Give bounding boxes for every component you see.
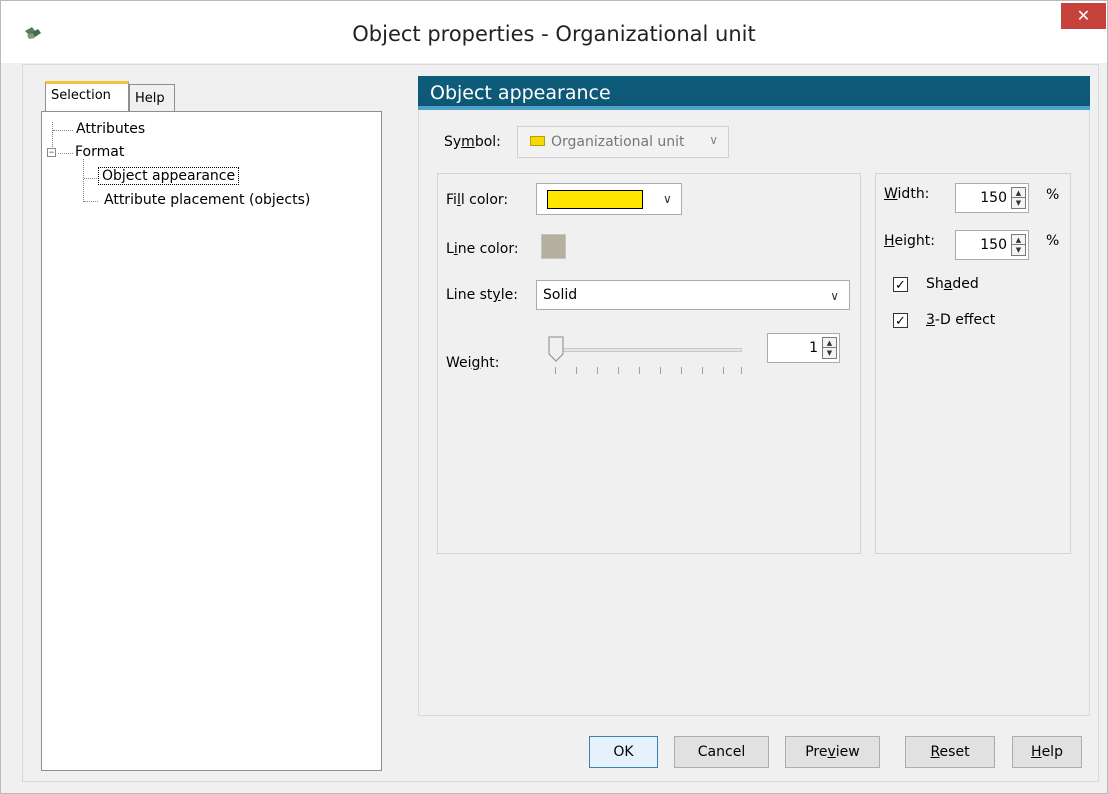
- tree-connector: [83, 159, 84, 202]
- width-spinbox[interactable]: 150 ▲ ▼: [955, 183, 1029, 213]
- width-spin-buttons[interactable]: ▲ ▼: [1011, 187, 1026, 209]
- spin-up-icon[interactable]: ▲: [1012, 235, 1025, 245]
- weight-slider-track[interactable]: [554, 348, 742, 352]
- height-value: 150: [980, 237, 1007, 253]
- appearance-groupbox: [437, 173, 861, 554]
- slider-tick: [618, 367, 619, 374]
- slider-tick: [681, 367, 682, 374]
- fill-color-combobox[interactable]: ∨: [536, 183, 682, 215]
- symbol-combobox[interactable]: Organizational unit ∨: [517, 126, 729, 158]
- tree-item-format[interactable]: Format: [75, 144, 124, 160]
- height-label: Height:: [884, 233, 935, 249]
- tab-selection[interactable]: Selection: [45, 81, 129, 111]
- tree-item-object-appearance[interactable]: Object appearance: [98, 167, 240, 185]
- width-unit: %: [1046, 187, 1060, 203]
- fill-color-swatch: [547, 190, 643, 209]
- spin-down-icon[interactable]: ▼: [1012, 245, 1025, 255]
- tab-help[interactable]: Help: [129, 84, 175, 111]
- tab-selection-label: Selection: [51, 88, 111, 103]
- tree-item-attributes[interactable]: Attributes: [76, 121, 145, 137]
- weight-slider-thumb[interactable]: [548, 336, 564, 362]
- height-spinbox[interactable]: 150 ▲ ▼: [955, 230, 1029, 260]
- 3d-effect-label: 3-D effect: [926, 312, 996, 328]
- symbol-value: Organizational unit: [551, 134, 685, 150]
- spin-up-icon[interactable]: ▲: [823, 338, 836, 348]
- weight-spinbox[interactable]: 1 ▲ ▼: [767, 333, 840, 363]
- checkmark-icon: ✓: [895, 313, 906, 328]
- line-style-combobox[interactable]: Solid ∨: [536, 280, 850, 310]
- ok-button[interactable]: OK: [589, 736, 658, 768]
- close-button[interactable]: ✕: [1061, 3, 1106, 29]
- chevron-down-icon: ∨: [663, 192, 672, 206]
- preview-button[interactable]: Preview: [785, 736, 880, 768]
- weight-spin-buttons[interactable]: ▲ ▼: [822, 337, 837, 359]
- tree-item-attribute-placement[interactable]: Attribute placement (objects): [104, 192, 310, 208]
- slider-tick: [597, 367, 598, 374]
- fill-color-label: Fill color:: [446, 192, 509, 208]
- tree-connector: [84, 178, 97, 179]
- dialog-window: Object properties - Organizational unit …: [0, 0, 1108, 794]
- spin-down-icon[interactable]: ▼: [823, 348, 836, 358]
- collapse-icon: −: [48, 147, 55, 157]
- slider-tick: [639, 367, 640, 374]
- spin-up-icon[interactable]: ▲: [1012, 188, 1025, 198]
- tree-expander-format[interactable]: −: [47, 148, 56, 157]
- symbol-label: Symbol:: [444, 134, 501, 150]
- navigation-tree: [41, 111, 382, 771]
- width-label: Width:: [884, 186, 930, 202]
- section-header: Object appearance: [418, 76, 1090, 110]
- weight-value: 1: [809, 340, 818, 356]
- 3d-effect-checkbox[interactable]: ✓: [893, 313, 908, 328]
- line-color-label: Line color:: [446, 241, 519, 257]
- slider-tick: [576, 367, 577, 374]
- tree-connector: [53, 130, 73, 131]
- height-spin-buttons[interactable]: ▲ ▼: [1011, 234, 1026, 256]
- checkmark-icon: ✓: [895, 277, 906, 292]
- slider-tick: [723, 367, 724, 374]
- title-bar: Object properties - Organizational unit …: [1, 1, 1107, 63]
- slider-tick: [702, 367, 703, 374]
- spin-down-icon[interactable]: ▼: [1012, 198, 1025, 208]
- tree-connector: [84, 201, 98, 202]
- line-style-label: Line style:: [446, 287, 518, 303]
- shaded-checkbox[interactable]: ✓: [893, 277, 908, 292]
- height-unit: %: [1046, 233, 1060, 249]
- chevron-down-icon: ∨: [709, 133, 718, 147]
- help-button[interactable]: Help: [1012, 736, 1082, 768]
- slider-tick: [741, 367, 742, 374]
- tab-help-label: Help: [135, 91, 165, 106]
- chevron-down-icon: ∨: [830, 289, 839, 303]
- slider-tick: [555, 367, 556, 374]
- close-icon: ✕: [1076, 6, 1091, 25]
- tree-connector: [58, 153, 73, 154]
- line-style-value: Solid: [543, 287, 578, 303]
- shaded-label: Shaded: [926, 276, 979, 292]
- cancel-button[interactable]: Cancel: [674, 736, 769, 768]
- slider-tick: [660, 367, 661, 374]
- width-value: 150: [980, 190, 1007, 206]
- reset-button[interactable]: Reset: [905, 736, 995, 768]
- line-color-button[interactable]: [541, 234, 566, 259]
- symbol-icon: [530, 136, 545, 146]
- window-title: Object properties - Organizational unit: [352, 22, 756, 46]
- weight-label: Weight:: [446, 355, 500, 371]
